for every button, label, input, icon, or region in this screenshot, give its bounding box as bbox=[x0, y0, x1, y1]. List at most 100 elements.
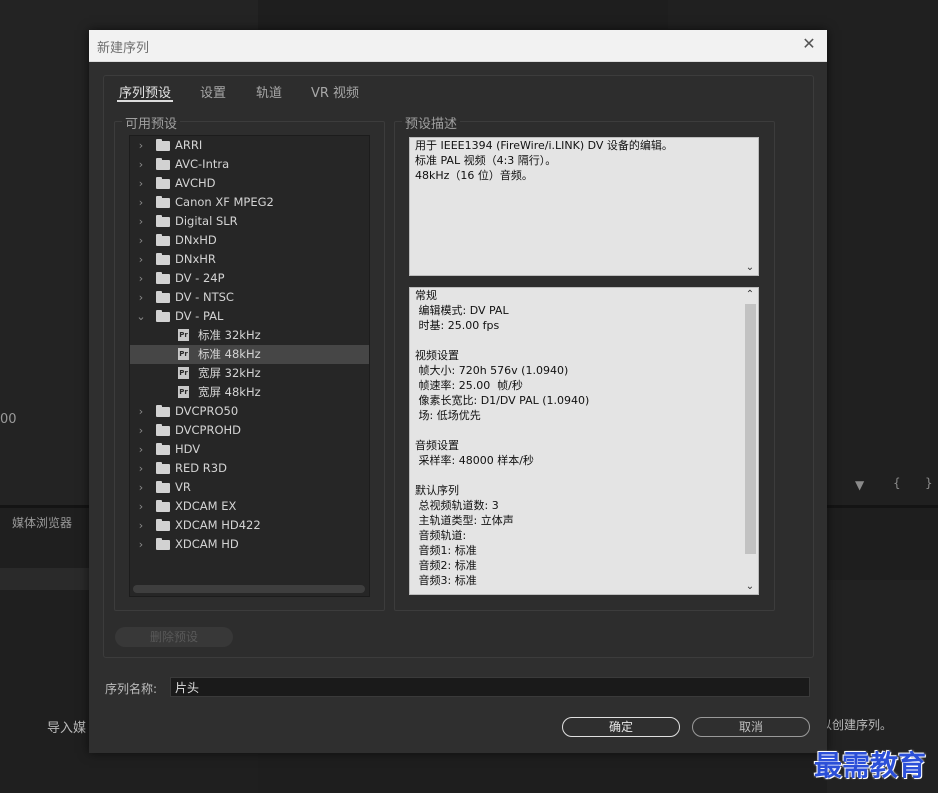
preset-label: DNxHR bbox=[175, 252, 216, 266]
chevron-right-icon[interactable]: › bbox=[135, 212, 147, 231]
description-line: 主轨道类型: 立体声 bbox=[415, 514, 514, 527]
chevron-right-icon[interactable]: › bbox=[135, 535, 147, 554]
description-line: 采样率: 48000 样本/秒 bbox=[415, 454, 534, 467]
description-line: 视频设置 bbox=[415, 349, 459, 362]
folder-icon bbox=[156, 519, 170, 531]
ok-button[interactable]: 确定 bbox=[562, 717, 680, 737]
preset-label: RED R3D bbox=[175, 461, 227, 475]
description-line: 用于 IEEE1394 (FireWire/i.LINK) DV 设备的编辑。 bbox=[415, 139, 673, 152]
chevron-right-icon[interactable]: › bbox=[135, 250, 147, 269]
preset-folder[interactable]: › AVCHD bbox=[130, 174, 369, 193]
preset-tree[interactable]: › ARRI › AVC-Intra › AVCHD › Canon XF MPEG2 › Dig… bbox=[129, 135, 370, 597]
description-line: 音频1: 标准 bbox=[415, 544, 477, 557]
preset-folder[interactable]: › DNxHR bbox=[130, 250, 369, 269]
marker-icon[interactable]: ▼ bbox=[855, 478, 864, 492]
bg-tab-strip bbox=[0, 568, 90, 590]
preset-folder[interactable]: ⌄ DV - PAL bbox=[130, 307, 369, 326]
cancel-button[interactable]: 取消 bbox=[692, 717, 810, 737]
close-icon[interactable]: ✕ bbox=[799, 34, 819, 54]
preset-folder[interactable]: › ARRI bbox=[130, 136, 369, 155]
details-scrollbar[interactable]: ⌃ ⌄ bbox=[742, 288, 758, 594]
preset-folder[interactable]: › DNxHD bbox=[130, 231, 369, 250]
folder-icon bbox=[156, 272, 170, 284]
active-tab-underline bbox=[117, 100, 173, 102]
folder-icon bbox=[156, 310, 170, 322]
chevron-right-icon[interactable]: › bbox=[135, 497, 147, 516]
media-browser-tab[interactable]: 媒体浏览器 bbox=[12, 514, 72, 531]
out-point-icon[interactable]: } bbox=[925, 476, 933, 490]
preset-folder[interactable]: › VR bbox=[130, 478, 369, 497]
preset-description-pane[interactable]: 用于 IEEE1394 (FireWire/i.LINK) DV 设备的编辑。标… bbox=[409, 137, 759, 276]
description-line: 音频2: 标准 bbox=[415, 559, 477, 572]
chevron-right-icon[interactable]: › bbox=[135, 402, 147, 421]
chevron-right-icon[interactable]: › bbox=[135, 136, 147, 155]
scroll-down-icon[interactable]: ⌄ bbox=[742, 262, 758, 273]
description-scrollbar[interactable]: ⌄ bbox=[742, 138, 758, 275]
folder-icon bbox=[156, 424, 170, 436]
folder-icon bbox=[156, 481, 170, 493]
preset-label: XDCAM EX bbox=[175, 499, 237, 513]
in-point-icon[interactable]: { bbox=[893, 476, 901, 490]
preset-label: DNxHD bbox=[175, 233, 217, 247]
chevron-right-icon[interactable]: › bbox=[135, 174, 147, 193]
preset-folder[interactable]: › RED R3D bbox=[130, 459, 369, 478]
scroll-up-icon[interactable]: ⌃ bbox=[742, 289, 758, 300]
preset-folder[interactable]: › XDCAM HD bbox=[130, 535, 369, 554]
description-line: 编辑模式: DV PAL bbox=[415, 304, 509, 317]
delete-preset-button[interactable]: 删除预设 bbox=[115, 627, 233, 647]
tab-sequence-presets[interactable]: 序列预设 bbox=[119, 82, 171, 101]
chevron-right-icon[interactable]: › bbox=[135, 459, 147, 478]
description-line: 48kHz（16 位）音频。 bbox=[415, 169, 533, 182]
preset-folder[interactable]: › DVCPROHD bbox=[130, 421, 369, 440]
chevron-right-icon[interactable]: › bbox=[135, 421, 147, 440]
folder-icon bbox=[156, 291, 170, 303]
tab-vr-video[interactable]: VR 视频 bbox=[311, 82, 359, 101]
chevron-right-icon[interactable]: › bbox=[135, 193, 147, 212]
new-sequence-dialog: 新建序列 ✕ 序列预设 设置 轨道 VR 视频 可用预设 › ARRI › AVC-I… bbox=[89, 30, 827, 753]
preset-item[interactable]: Pr 宽屏 32kHz bbox=[130, 364, 369, 383]
preset-label: DV - PAL bbox=[175, 309, 224, 323]
sequence-name-label: 序列名称: bbox=[105, 682, 158, 696]
preset-folder[interactable]: › AVC-Intra bbox=[130, 155, 369, 174]
preset-file-icon: Pr bbox=[178, 329, 189, 341]
folder-icon bbox=[156, 462, 170, 474]
preset-label: XDCAM HD bbox=[175, 537, 239, 551]
preset-folder[interactable]: › Canon XF MPEG2 bbox=[130, 193, 369, 212]
tab-settings[interactable]: 设置 bbox=[200, 82, 226, 101]
description-line: 场: 低场优先 bbox=[415, 409, 481, 422]
chevron-right-icon[interactable]: › bbox=[135, 288, 147, 307]
preset-folder[interactable]: › HDV bbox=[130, 440, 369, 459]
preset-item[interactable]: Pr 宽屏 48kHz bbox=[130, 383, 369, 402]
description-line: 音频轨道: bbox=[415, 529, 467, 542]
details-scroll-thumb[interactable] bbox=[745, 304, 756, 554]
preset-folder[interactable]: › XDCAM EX bbox=[130, 497, 369, 516]
chevron-right-icon[interactable]: › bbox=[135, 269, 147, 288]
chevron-down-icon[interactable]: ⌄ bbox=[135, 307, 147, 326]
preset-folder[interactable]: › Digital SLR bbox=[130, 212, 369, 231]
preset-label: DVCPRO50 bbox=[175, 404, 239, 418]
preset-label: HDV bbox=[175, 442, 201, 456]
chevron-right-icon[interactable]: › bbox=[135, 155, 147, 174]
watermark-logo: 最需教育 bbox=[814, 749, 927, 782]
import-media-text: 导入媒 bbox=[47, 721, 87, 736]
description-line: 音频3: 标准 bbox=[415, 574, 477, 587]
tab-tracks[interactable]: 轨道 bbox=[256, 82, 282, 101]
preset-item[interactable]: Pr 标准 32kHz bbox=[130, 326, 369, 345]
preset-folder[interactable]: › DV - 24P bbox=[130, 269, 369, 288]
tree-horizontal-scrollbar[interactable] bbox=[133, 585, 365, 593]
preset-item[interactable]: Pr 标准 48kHz bbox=[130, 345, 369, 364]
chevron-right-icon[interactable]: › bbox=[135, 440, 147, 459]
description-line: 帧大小: 720h 576v (1.0940) bbox=[415, 364, 569, 377]
preset-file-icon: Pr bbox=[178, 367, 189, 379]
sequence-name-input[interactable]: 片头 bbox=[170, 677, 810, 697]
chevron-right-icon[interactable]: › bbox=[135, 478, 147, 497]
description-line: 总视频轨道数: 3 bbox=[415, 499, 499, 512]
chevron-right-icon[interactable]: › bbox=[135, 231, 147, 250]
preset-details-pane[interactable]: 常规 编辑模式: DV PAL 时基: 25.00 fps 视频设置 帧大小: 7… bbox=[409, 287, 759, 595]
scroll-down-icon[interactable]: ⌄ bbox=[742, 581, 758, 592]
preset-folder[interactable]: › XDCAM HD422 bbox=[130, 516, 369, 535]
preset-folder[interactable]: › DV - NTSC bbox=[130, 288, 369, 307]
preset-folder[interactable]: › DVCPRO50 bbox=[130, 402, 369, 421]
chevron-right-icon[interactable]: › bbox=[135, 516, 147, 535]
preset-label: ARRI bbox=[175, 138, 203, 152]
